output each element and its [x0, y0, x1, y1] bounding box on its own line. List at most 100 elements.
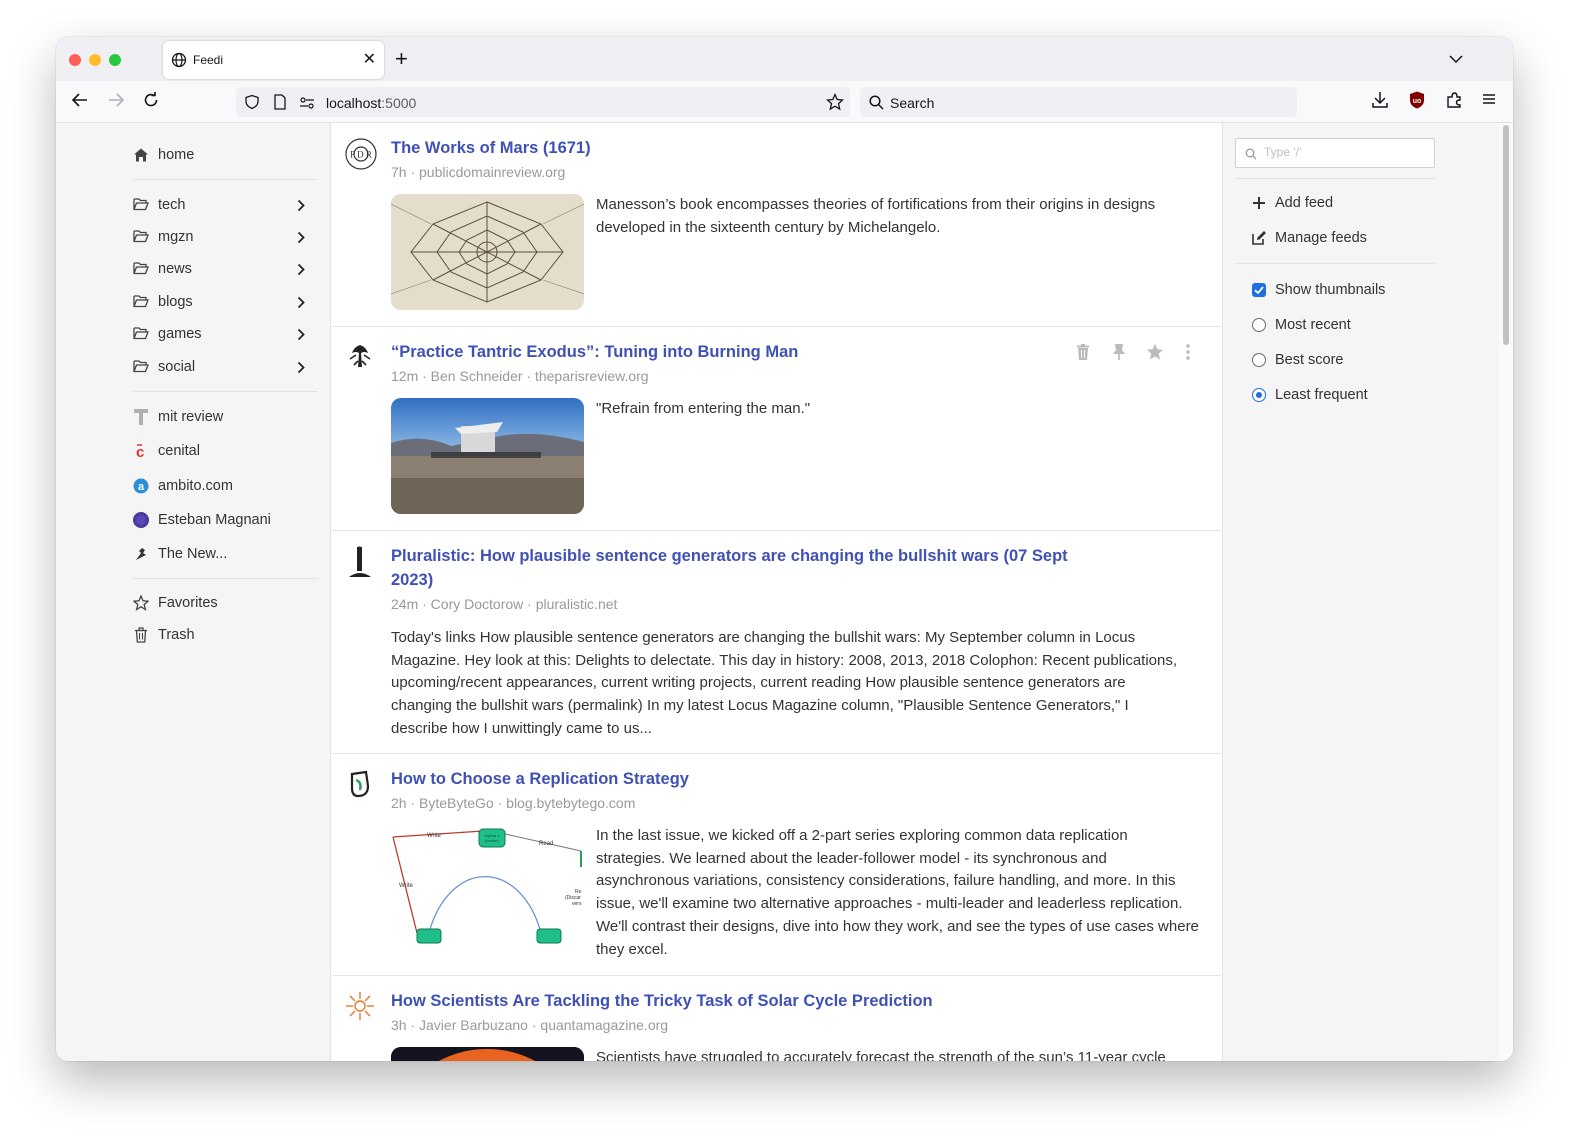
- reload-icon[interactable]: [142, 91, 160, 114]
- zoom-window-button[interactable]: [109, 54, 121, 66]
- left-sidebar: home tech mgzn news blogs games social m…: [56, 123, 331, 1061]
- star-icon: [132, 594, 150, 611]
- folder-open-icon: [133, 197, 149, 213]
- chevron-right-icon[interactable]: [297, 360, 305, 380]
- chevron-right-icon[interactable]: [297, 230, 305, 250]
- chevron-right-icon[interactable]: [297, 198, 305, 218]
- search-icon: [869, 95, 884, 115]
- avatar-icon: [133, 512, 149, 528]
- entry-meta: 7h · publicdomainreview.org: [391, 164, 566, 180]
- checkbox-checked[interactable]: [1252, 283, 1266, 297]
- folder-open-icon: [133, 359, 149, 375]
- star-icon[interactable]: [1146, 343, 1164, 366]
- sidebar-divider: [133, 578, 318, 579]
- entry-summary: Scientists have struggled to accurately …: [596, 1049, 1166, 1061]
- close-window-button[interactable]: [69, 54, 81, 66]
- plus-icon: [1251, 195, 1267, 211]
- filter-search-box[interactable]: [1235, 138, 1435, 168]
- entry-thumbnail[interactable]: [391, 1047, 584, 1061]
- diagram-label: Write: [427, 833, 442, 839]
- feed-entry[interactable]: How Scientists Are Tackling the Tricky T…: [332, 976, 1221, 1061]
- entry-summary: Today's links How plausible sentence gen…: [391, 629, 1178, 737]
- extensions-icon[interactable]: [1445, 91, 1463, 114]
- ublock-origin-icon[interactable]: uo: [1409, 91, 1425, 114]
- bookmark-star-icon[interactable]: [825, 92, 845, 116]
- ambito-logo-icon: a: [133, 478, 149, 494]
- feed-entry[interactable]: Pluralistic: How plausible sentence gene…: [332, 531, 1221, 754]
- pin-icon[interactable]: [1111, 343, 1127, 366]
- search-icon: [1245, 147, 1257, 165]
- entry-meta: 2h · ByteByteGo · blog.bytebytego.com: [391, 795, 636, 811]
- feed-entry[interactable]: “Practice Tantric Exodus”: Tuning into B…: [332, 327, 1221, 531]
- scrollbar-thumb[interactable]: [1503, 125, 1509, 345]
- diagram-label: (leader): [485, 838, 499, 843]
- entry-meta: 3h · Javier Barbuzano · quantamagazine.o…: [391, 1017, 669, 1033]
- panel-divider: [1235, 263, 1435, 264]
- folder-open-icon: [133, 326, 149, 342]
- filter-search-input[interactable]: [1264, 145, 1424, 159]
- trash-icon: [133, 627, 149, 643]
- page-scrollbar[interactable]: [1499, 123, 1513, 1061]
- mit-review-logo-icon: [133, 409, 149, 425]
- svg-text:a: a: [138, 481, 145, 493]
- home-icon: [133, 147, 149, 163]
- entry-summary: "Refrain from entering the man.": [596, 400, 811, 417]
- new-tab-button[interactable]: +: [395, 46, 408, 72]
- feed-entry[interactable]: P D R The Works of Mars (1671) 7h · publ…: [332, 123, 1221, 327]
- panel-divider: [1235, 178, 1435, 179]
- diagram-label: Write: [399, 883, 414, 889]
- pluralistic-logo-icon: [344, 545, 376, 577]
- chevron-right-icon[interactable]: [297, 262, 305, 282]
- navigation-toolbar: localhost:5000 Search uo: [56, 81, 1513, 123]
- browser-tab[interactable]: Feedi ✕: [163, 41, 384, 79]
- url-text: localhost:5000: [326, 95, 417, 111]
- radio-button[interactable]: [1252, 318, 1266, 332]
- list-all-tabs-icon[interactable]: [1449, 51, 1463, 69]
- downloads-icon[interactable]: [1372, 91, 1388, 114]
- search-placeholder: Search: [890, 95, 935, 111]
- radio-button[interactable]: [1252, 353, 1266, 367]
- entry-summary: Manesson’s book encompasses theories of …: [596, 196, 1156, 236]
- entry-title-link[interactable]: How to Choose a Replication Strategy: [391, 767, 689, 791]
- page-icon[interactable]: [273, 94, 287, 115]
- web-search-bar[interactable]: Search: [860, 87, 1297, 117]
- page-content: home tech mgzn news blogs games social m…: [56, 123, 1513, 1061]
- radio-button-selected[interactable]: [1252, 388, 1266, 402]
- entry-actions: [1075, 343, 1205, 363]
- globe-icon: [171, 52, 187, 73]
- chevron-right-icon[interactable]: [297, 295, 305, 315]
- trash-icon[interactable]: [1075, 343, 1091, 366]
- paris-review-logo-icon: [344, 341, 376, 373]
- entry-title-link[interactable]: The Works of Mars (1671): [391, 136, 591, 160]
- sidebar-divider: [133, 391, 318, 392]
- more-options-icon[interactable]: [1185, 343, 1191, 366]
- shield-icon[interactable]: [244, 94, 260, 115]
- folder-open-icon: [133, 229, 149, 245]
- quanta-logo-icon: [344, 990, 376, 1022]
- entry-title-link[interactable]: “Practice Tantric Exodus”: Tuning into B…: [391, 340, 798, 364]
- diagram-label: Read: [539, 841, 553, 847]
- entry-title-link[interactable]: Pluralistic: How plausible sentence gene…: [391, 544, 1081, 592]
- close-tab-icon[interactable]: ✕: [363, 49, 376, 69]
- entry-thumbnail[interactable]: [391, 194, 584, 310]
- chevron-right-icon[interactable]: [297, 327, 305, 347]
- entry-summary: In the last issue, we kicked off a 2-par…: [596, 827, 1199, 958]
- app-menu-icon[interactable]: [1481, 91, 1497, 112]
- edit-icon: [1251, 230, 1267, 246]
- entry-title-link[interactable]: How Scientists Are Tackling the Tricky T…: [391, 989, 933, 1013]
- feed-entry[interactable]: How to Choose a Replication Strategy 2h …: [332, 754, 1221, 976]
- minimize-window-button[interactable]: [89, 54, 101, 66]
- forward-icon[interactable]: [107, 91, 125, 114]
- back-icon[interactable]: [71, 91, 89, 114]
- browser-window: Feedi ✕ + localhost:5000 Search uo home …: [56, 37, 1513, 1061]
- pdr-logo-icon: P D R: [344, 137, 377, 170]
- entry-thumbnail[interactable]: replica 1 (leader) Write Read Write Re (…: [391, 825, 584, 945]
- new-yorker-logo-icon: [133, 546, 149, 562]
- url-bar[interactable]: localhost:5000: [236, 87, 850, 117]
- permissions-icon[interactable]: [299, 96, 315, 114]
- entry-thumbnail[interactable]: [391, 398, 584, 514]
- diagram-label: vers: [572, 901, 582, 907]
- folder-open-icon: [133, 294, 149, 310]
- bytebytego-logo-icon: [344, 768, 376, 800]
- svg-text:uo: uo: [1413, 98, 1422, 105]
